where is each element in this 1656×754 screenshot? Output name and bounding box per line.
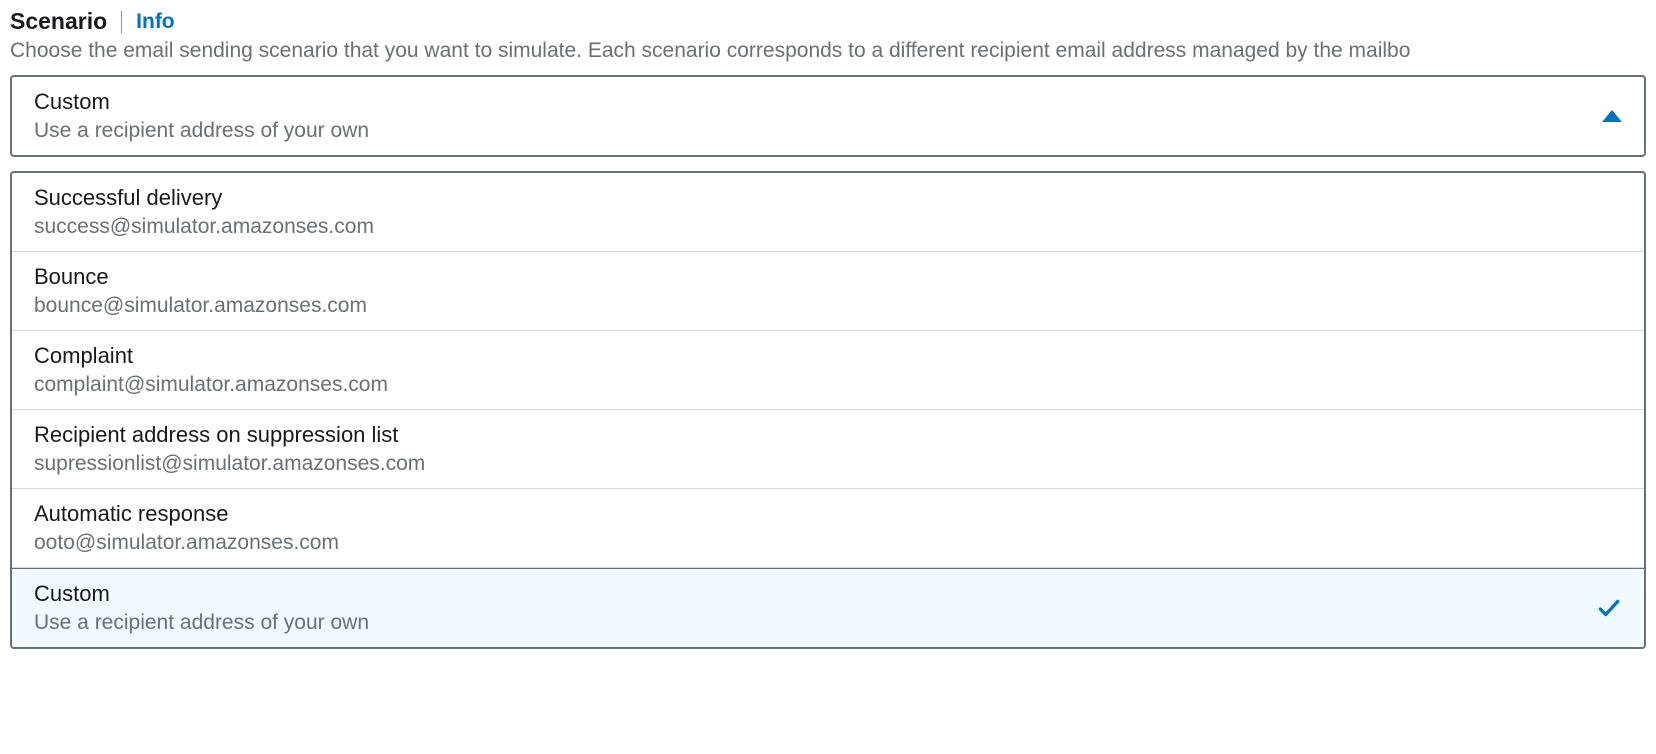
option-label: Recipient address on suppression list	[34, 420, 1622, 450]
scenario-select: Custom Use a recipient address of your o…	[10, 75, 1646, 649]
scenario-select-trigger[interactable]: Custom Use a recipient address of your o…	[10, 75, 1646, 157]
option-label: Complaint	[34, 341, 1622, 371]
selected-description: Use a recipient address of your own	[34, 117, 1594, 145]
option-custom[interactable]: Custom Use a recipient address of your o…	[12, 568, 1644, 647]
option-description: bounce@simulator.amazonses.com	[34, 292, 1622, 320]
option-description: complaint@simulator.amazonses.com	[34, 371, 1622, 399]
field-label: Scenario	[10, 8, 107, 35]
option-label: Custom	[34, 579, 1622, 609]
option-description: Use a recipient address of your own	[34, 609, 1622, 637]
check-icon	[1596, 595, 1622, 621]
label-divider	[121, 11, 122, 33]
option-label: Successful delivery	[34, 183, 1622, 213]
option-label: Bounce	[34, 262, 1622, 292]
info-link[interactable]: Info	[136, 10, 174, 34]
option-complaint[interactable]: Complaint complaint@simulator.amazonses.…	[12, 331, 1644, 410]
option-successful-delivery[interactable]: Successful delivery success@simulator.am…	[12, 173, 1644, 252]
scenario-dropdown: Successful delivery success@simulator.am…	[10, 171, 1646, 649]
option-bounce[interactable]: Bounce bounce@simulator.amazonses.com	[12, 252, 1644, 331]
option-automatic-response[interactable]: Automatic response ooto@simulator.amazon…	[12, 489, 1644, 568]
selected-label: Custom	[34, 87, 1594, 117]
option-description: supressionlist@simulator.amazonses.com	[34, 450, 1622, 478]
option-description: ooto@simulator.amazonses.com	[34, 529, 1622, 557]
option-description: success@simulator.amazonses.com	[34, 213, 1622, 241]
option-label: Automatic response	[34, 499, 1622, 529]
caret-up-icon	[1602, 110, 1622, 122]
option-suppression-list[interactable]: Recipient address on suppression list su…	[12, 410, 1644, 489]
field-label-row: Scenario Info	[10, 8, 1646, 35]
field-hint: Choose the email sending scenario that y…	[10, 39, 1646, 63]
